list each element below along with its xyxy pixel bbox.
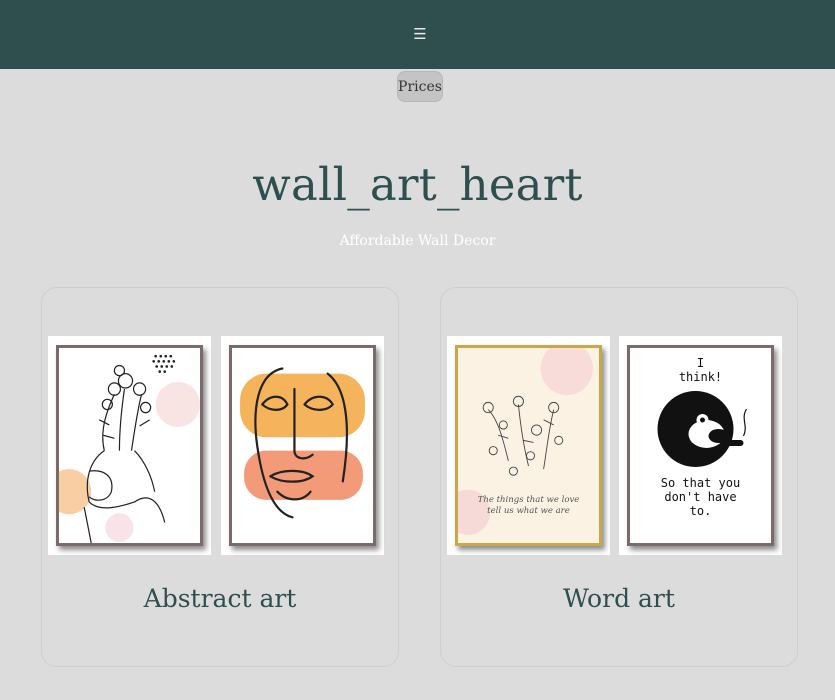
word-art-quote-text: The things that we love tell us what we a… bbox=[478, 495, 580, 516]
category-card-abstract-art[interactable]: Abstract art bbox=[41, 287, 399, 667]
category-title: Word art bbox=[563, 584, 675, 613]
prices-button[interactable]: Prices bbox=[397, 71, 443, 102]
abstract-art-image-1[interactable] bbox=[48, 336, 211, 555]
word-art-top-text: I think! bbox=[678, 356, 723, 384]
category-title: Abstract art bbox=[143, 584, 297, 613]
site-subtitle: Affordable Wall Decor bbox=[339, 233, 496, 249]
top-nav-bar: ☰ bbox=[0, 0, 835, 69]
category-card-word-art[interactable]: The things that we love tell us what we a… bbox=[440, 287, 798, 667]
word-art-image-2[interactable]: I think! So that you don't have to. bbox=[619, 336, 782, 555]
hamburger-menu-icon[interactable]: ☰ bbox=[413, 27, 426, 42]
abstract-face-line-art-illustration bbox=[232, 348, 373, 543]
monkey-cigar-icon bbox=[657, 391, 748, 467]
word-art-bottom-text: So that you don't have to. bbox=[660, 476, 741, 518]
site-title: wall_art_heart bbox=[252, 158, 583, 211]
abstract-art-image-2[interactable] bbox=[221, 336, 384, 555]
word-art-image-1[interactable]: The things that we love tell us what we a… bbox=[447, 336, 610, 555]
line-art-woman-flowers-illustration bbox=[59, 348, 200, 543]
